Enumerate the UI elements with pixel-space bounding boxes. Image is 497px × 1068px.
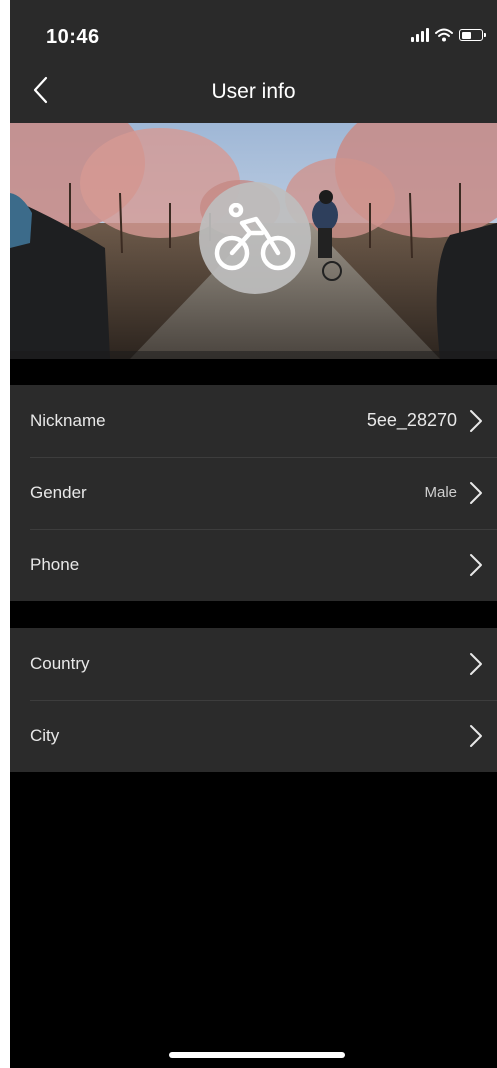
page-title: User info [211, 80, 296, 103]
avatar[interactable] [199, 182, 311, 294]
navigation-bar: User info [10, 64, 497, 123]
profile-group-location: Country City [10, 628, 497, 772]
wifi-icon [435, 28, 453, 42]
chevron-right-icon [470, 725, 482, 747]
status-icons [411, 28, 486, 42]
phone-label: Phone [30, 555, 80, 574]
nickname-label: Nickname [30, 411, 106, 430]
nickname-row[interactable]: Nickname 5ee_28270 [10, 385, 497, 457]
chevron-right-icon [470, 653, 482, 675]
bicycle-icon [214, 203, 296, 271]
profile-group-basic: Nickname 5ee_28270 Gender Male Phone [10, 385, 497, 601]
city-row[interactable]: City [10, 700, 497, 772]
chevron-right-icon [470, 554, 482, 576]
header-area: 10:46 User info [10, 0, 497, 123]
battery-icon [459, 29, 486, 41]
chevron-right-icon [470, 482, 482, 504]
country-label: Country [30, 654, 90, 673]
home-indicator[interactable] [169, 1052, 345, 1058]
country-row[interactable]: Country [10, 628, 497, 700]
gender-label: Gender [30, 483, 87, 502]
cellular-signal-icon [411, 28, 429, 42]
user-info-screen: 10:46 User info Nickname 5ee_28270 Gende… [10, 0, 497, 1068]
gender-row[interactable]: Gender Male [10, 457, 497, 529]
city-label: City [30, 726, 60, 745]
status-time: 10:46 [46, 26, 100, 48]
phone-row[interactable]: Phone [10, 529, 497, 601]
nickname-value: 5ee_28270 [366, 410, 457, 430]
profile-cover-image[interactable] [10, 123, 497, 359]
gender-value: Male [424, 484, 457, 501]
status-bar: 10:46 [10, 0, 497, 64]
chevron-right-icon [470, 410, 482, 432]
